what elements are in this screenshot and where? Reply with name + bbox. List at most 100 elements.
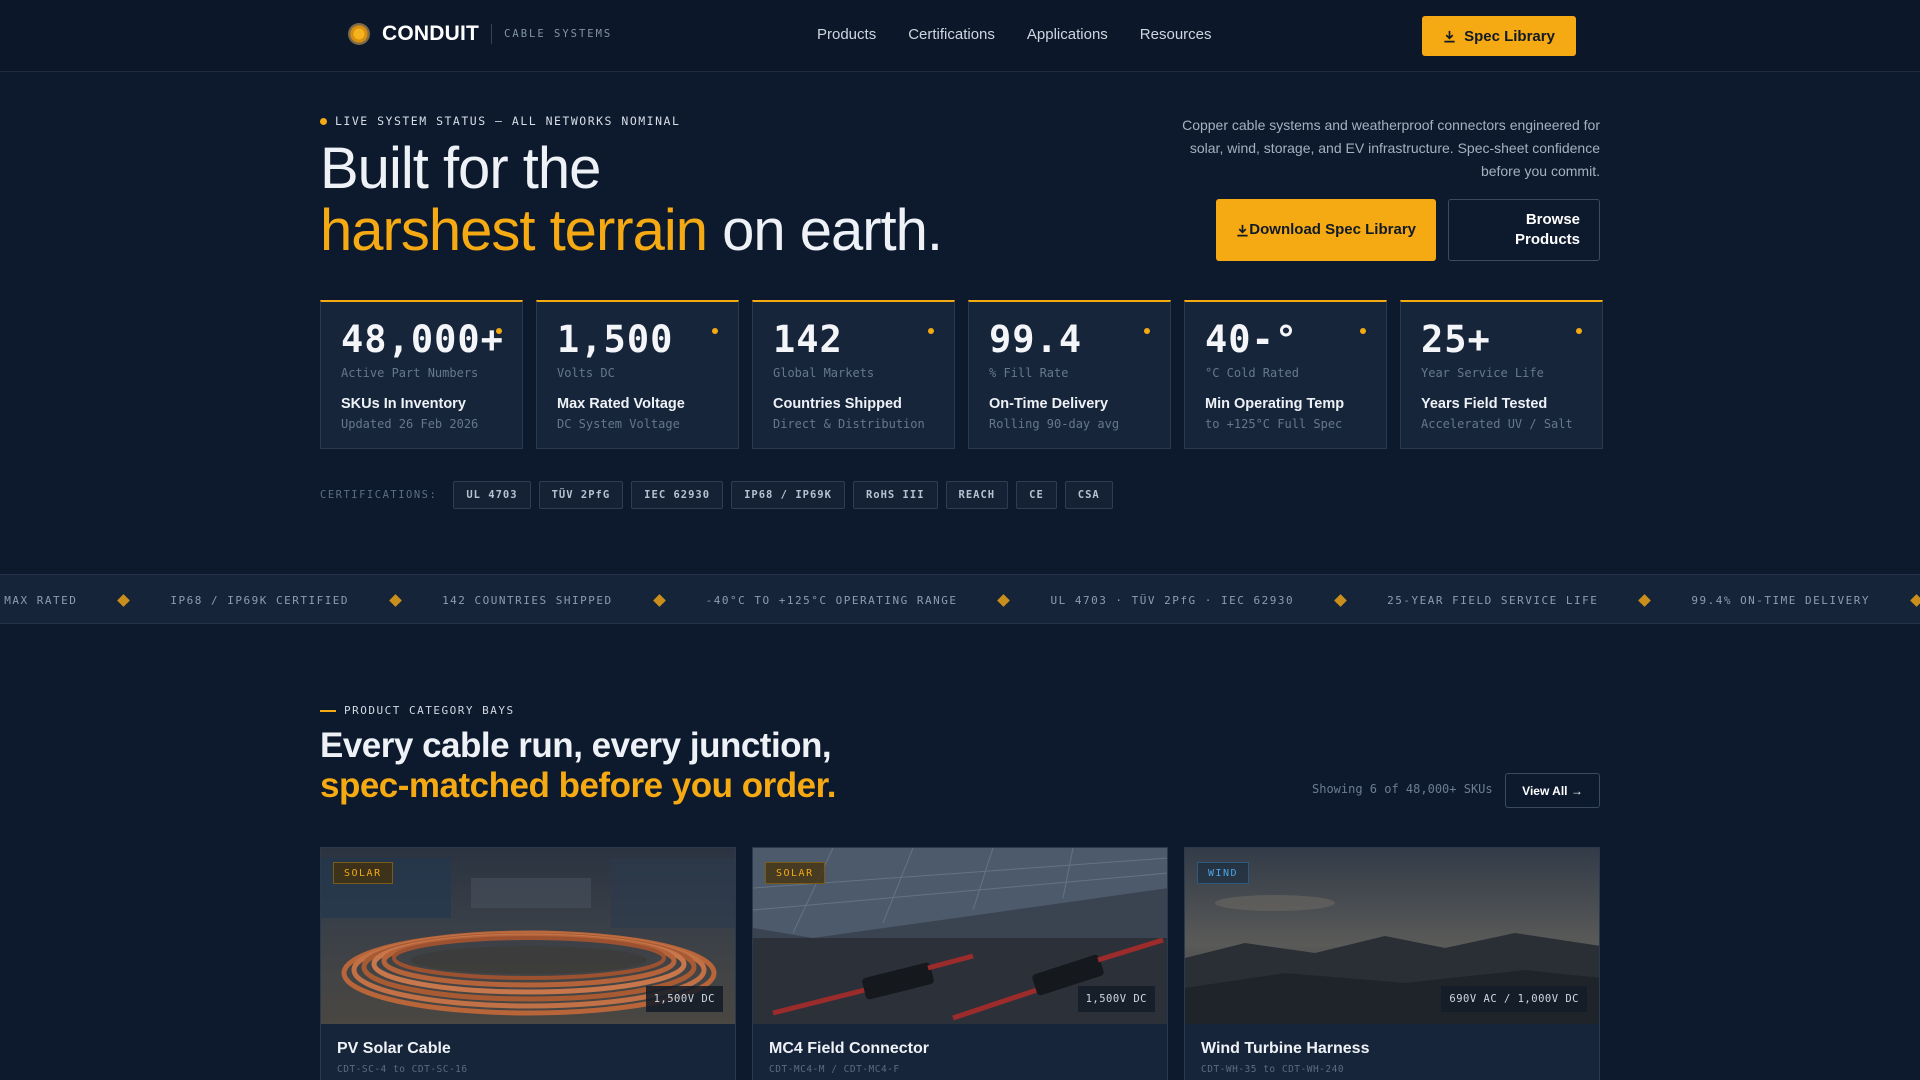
product-card-pv-solar-cable[interactable]: SOLAR 1,500V DC PV Solar Cable CDT-SC-4 … (320, 847, 736, 1080)
product-cards: SOLAR 1,500V DC PV Solar Cable CDT-SC-4 … (320, 847, 1600, 1080)
diamond-icon (389, 593, 402, 607)
product-card-wind-turbine-harness[interactable]: WIND 690V AC / 1,000V DC Wind Turbine Ha… (1184, 847, 1600, 1080)
nav-link-certifications[interactable]: Certifications (908, 26, 995, 43)
download-spec-library-button[interactable]: Download Spec Library (1216, 199, 1436, 261)
diamond-icon (997, 593, 1011, 607)
stat-unit: Global Markets (773, 366, 875, 380)
product-sku-range: CDT-MC4-M / CDT-MC4-F (769, 1064, 900, 1075)
stat-unit: Year Service Life (1421, 366, 1544, 380)
indicator-dot-icon (1576, 328, 1582, 334)
stat-unit: °C Cold Rated (1205, 366, 1299, 380)
product-title: MC4 Field Connector (769, 1040, 930, 1057)
stat-unit: % Fill Rate (989, 366, 1069, 380)
section-title: Every cable run, every junction, spec-ma… (320, 726, 836, 806)
stat-value: 40-° (1205, 318, 1299, 361)
cert-badge[interactable]: CE (1016, 481, 1057, 509)
voltage-spec-badge: 690V AC / 1,000V DC (1441, 986, 1587, 1012)
certifications-row: CERTIFICATIONS: UL 4703 TÜV 2PfG IEC 629… (320, 481, 1113, 509)
hero-title-rest: on earth. (706, 198, 943, 263)
stat-value: 99.4 (989, 318, 1083, 361)
voltage-spec-badge: 1,500V DC (1077, 986, 1155, 1012)
browse-products-label: Browse Products (1514, 211, 1580, 248)
ticker-item: -40°C TO +125°C OPERATING RANGE (705, 593, 958, 607)
section-title-accent: spec-matched before you order. (320, 766, 836, 805)
stat-sub: Direct & Distribution (773, 417, 925, 431)
stat-label: Years Field Tested (1421, 396, 1548, 412)
stat-sub: DC System Voltage (557, 417, 680, 431)
stat-value: 1,500 (557, 318, 674, 361)
category-tag: WIND (1197, 862, 1250, 884)
brand-logo[interactable]: CONDUIT CABLE SYSTEMS (348, 22, 612, 46)
ticker-item: 99.4% ON-TIME DELIVERY (1691, 593, 1871, 607)
nav-link-resources[interactable]: Resources (1140, 26, 1212, 43)
product-sku-range: CDT-WH-35 to CDT-WH-240 (1201, 1064, 1345, 1075)
diamond-icon (652, 593, 666, 607)
indicator-dot-icon (1360, 328, 1366, 334)
cert-badge[interactable]: IP68 / IP69K (731, 481, 845, 509)
stat-card: 142 Global Markets Countries Shipped Dir… (752, 300, 955, 449)
brand-mark-icon (348, 23, 370, 45)
ticker-item: 25-YEAR FIELD SERVICE LIFE (1387, 593, 1599, 607)
download-spec-library-label: Download Spec Library (1249, 221, 1416, 238)
nav-links: Products Certifications Applications Res… (817, 26, 1212, 43)
stat-label: SKUs In Inventory (341, 396, 466, 412)
spec-library-button[interactable]: Spec Library (1422, 16, 1576, 56)
hero-title-line1: Built for the (320, 136, 601, 201)
browse-products-button[interactable]: Browse Products (1448, 199, 1600, 261)
stat-sub: to +125°C Full Spec (1205, 417, 1343, 431)
ticker-item: IP68 / IP69K CERTIFIED (170, 593, 350, 607)
ticker-item: C MAX RATED (0, 593, 78, 607)
stat-sub: Rolling 90-day avg (989, 417, 1120, 431)
view-all-button[interactable]: View All → (1505, 773, 1600, 808)
marquee-ticker: C MAX RATED IP68 / IP69K CERTIFIED 142 C… (0, 574, 1920, 624)
certifications-label: CERTIFICATIONS: (320, 489, 438, 501)
diamond-icon (1638, 593, 1652, 607)
sku-count-text: Showing 6 of 48,000+ SKUs (1312, 782, 1493, 796)
product-title: Wind Turbine Harness (1201, 1040, 1370, 1057)
live-status: LIVE SYSTEM STATUS — ALL NETWORKS NOMINA… (320, 114, 680, 128)
stat-card: 1,500 Volts DC Max Rated Voltage DC Syst… (536, 300, 739, 449)
cert-badge[interactable]: IEC 62930 (631, 481, 724, 509)
download-icon (1237, 224, 1248, 236)
section-title-line1: Every cable run, every junction, (320, 726, 832, 765)
section-eyebrow: PRODUCT CATEGORY BAYS (320, 704, 515, 717)
voltage-spec-badge: 1,500V DC (645, 986, 723, 1012)
indicator-dot-icon (712, 328, 718, 334)
nav-link-applications[interactable]: Applications (1027, 26, 1108, 43)
stat-unit: Volts DC (557, 366, 615, 380)
stat-card: 25+ Year Service Life Years Field Tested… (1400, 300, 1603, 449)
stat-label: Max Rated Voltage (557, 396, 685, 412)
product-sku-range: CDT-SC-4 to CDT-SC-16 (337, 1064, 468, 1075)
category-tag: SOLAR (765, 862, 825, 884)
stat-card: 48,000+ Active Part Numbers SKUs In Inve… (320, 300, 523, 449)
stat-label: Countries Shipped (773, 396, 902, 412)
nav-link-products[interactable]: Products (817, 26, 876, 43)
cert-badge[interactable]: REACH (945, 481, 1009, 509)
indicator-dot-icon (928, 328, 934, 334)
ticker-item: UL 4703 · TÜV 2PfG · IEC 62930 (1050, 593, 1295, 607)
brand-divider (491, 24, 493, 44)
stat-sub: Accelerated UV / Salt (1421, 417, 1573, 431)
product-card-mc4-connector[interactable]: SOLAR 1,500V DC MC4 Field Connector CDT-… (752, 847, 1168, 1080)
stat-label: On-Time Delivery (989, 396, 1109, 412)
stat-card: 40-° °C Cold Rated Min Operating Temp to… (1184, 300, 1387, 449)
cert-badge[interactable]: TÜV 2PfG (538, 481, 624, 509)
stats-row: 48,000+ Active Part Numbers SKUs In Inve… (320, 300, 1603, 449)
category-tag: SOLAR (333, 862, 393, 884)
ticker-item: 142 COUNTRIES SHIPPED (442, 593, 613, 607)
diamond-icon (1910, 593, 1920, 607)
stat-sub: Updated 26 Feb 2026 (341, 417, 479, 431)
stat-unit: Active Part Numbers (341, 366, 479, 380)
section-eyebrow-text: PRODUCT CATEGORY BAYS (344, 704, 515, 717)
cert-badge[interactable]: CSA (1064, 481, 1113, 509)
brand-name: CONDUIT (382, 22, 480, 45)
status-text: LIVE SYSTEM STATUS — ALL NETWORKS NOMINA… (335, 114, 681, 128)
cert-badge[interactable]: UL 4703 (453, 481, 531, 509)
stat-label: Min Operating Temp (1205, 396, 1345, 412)
diamond-icon (117, 593, 131, 607)
product-title: PV Solar Cable (337, 1040, 451, 1057)
top-nav: CONDUIT CABLE SYSTEMS Products Certifica… (0, 0, 1920, 72)
eyebrow-line (320, 709, 336, 712)
download-icon (1444, 30, 1455, 42)
cert-badge[interactable]: RoHS III (852, 481, 938, 509)
